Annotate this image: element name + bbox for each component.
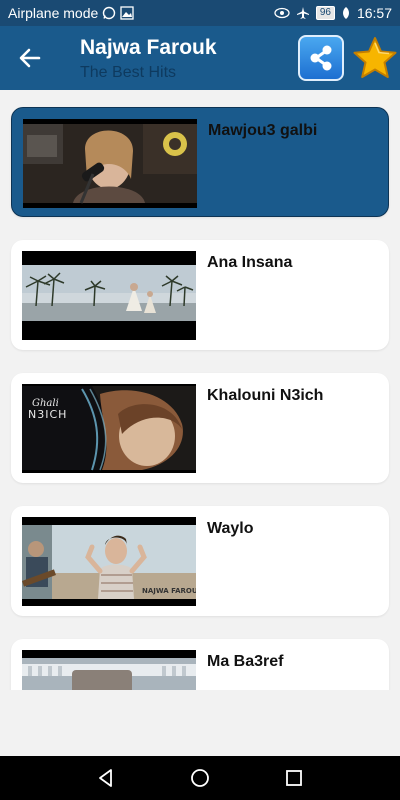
nav-back-button[interactable]: [94, 766, 118, 790]
status-bar: Airplane mode 96 16:57: [0, 0, 400, 26]
song-card-ana-insana[interactable]: Ana Insana: [11, 240, 389, 350]
airplane-mode-text: Airplane mode: [8, 5, 99, 21]
star-icon: [353, 37, 397, 78]
song-title: Ana Insana: [207, 254, 293, 271]
song-list[interactable]: Mawjou3 galbi Ana Insana Ghali N3ICH Kha…: [0, 90, 400, 690]
clock: 16:57: [356, 5, 392, 21]
nav-home-icon: [191, 769, 209, 787]
svg-text:N3ICH: N3ICH: [28, 408, 67, 421]
gallery-icon: [120, 6, 134, 20]
song-card-khalouni-n3ich[interactable]: Ghali N3ICH Khalouni N3ich: [11, 373, 389, 483]
eye-icon: [274, 7, 290, 19]
nav-back-icon: [99, 769, 112, 787]
nav-home-button[interactable]: [188, 766, 212, 790]
nav-recents-icon: [286, 770, 302, 786]
whatsapp-icon: [102, 6, 116, 20]
song-card-ma-ba3ref[interactable]: Ma Ba3ref: [11, 639, 389, 690]
share-button[interactable]: [298, 35, 344, 81]
song-thumbnail: [22, 650, 196, 690]
leaf-icon: [341, 6, 351, 20]
status-left: Airplane mode: [8, 5, 134, 21]
nav-recents-button[interactable]: [282, 766, 306, 790]
page-subtitle: The Best Hits: [80, 64, 177, 81]
song-card-waylo[interactable]: NAJWA FAROUK Waylo: [11, 506, 389, 616]
back-arrow-icon: [19, 48, 41, 68]
song-thumbnail: Ghali N3ICH: [22, 384, 196, 473]
app-bar: Najwa Farouk The Best Hits: [0, 26, 400, 90]
song-card-mawjou3-galbi[interactable]: Mawjou3 galbi: [11, 107, 389, 217]
system-nav-bar: [0, 756, 400, 800]
airplane-icon: [296, 6, 310, 20]
song-title: Mawjou3 galbi: [208, 122, 318, 139]
song-title: Waylo: [207, 520, 254, 537]
battery-indicator: 96: [315, 6, 335, 20]
song-title: Khalouni N3ich: [207, 387, 324, 404]
favorite-button[interactable]: [352, 34, 398, 82]
page-title: Najwa Farouk: [80, 36, 217, 59]
song-title: Ma Ba3ref: [207, 653, 284, 670]
song-thumbnail: NAJWA FAROUK: [22, 517, 196, 606]
back-button[interactable]: [14, 44, 46, 72]
song-thumbnail: [22, 251, 196, 340]
share-icon: [310, 45, 332, 71]
svg-text:NAJWA FAROUK: NAJWA FAROUK: [142, 587, 196, 595]
song-thumbnail: [23, 119, 197, 208]
status-right: 96 16:57: [274, 5, 392, 21]
